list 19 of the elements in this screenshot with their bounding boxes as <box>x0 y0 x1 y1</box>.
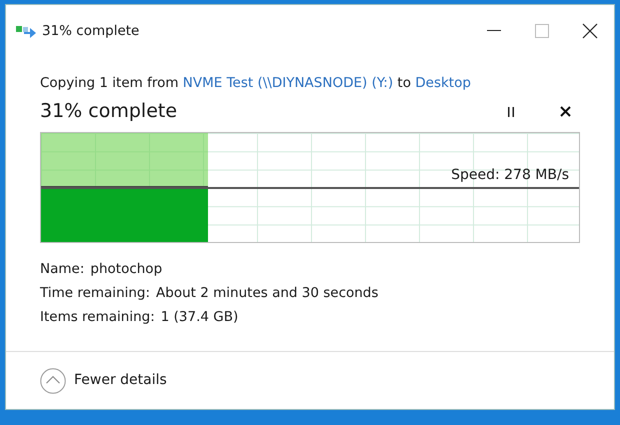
detail-value: About 2 minutes and 30 seconds <box>156 284 378 303</box>
detail-label: Time remaining: <box>40 284 150 303</box>
pause-icon <box>507 106 515 116</box>
detail-label: Name: <box>40 260 84 279</box>
maximize-icon <box>535 24 549 38</box>
copy-icon <box>16 24 38 38</box>
window-title: 31% complete <box>42 22 140 41</box>
location-link[interactable]: NVME Test (\\DIYNASNODE) (Y:) <box>182 75 394 91</box>
detail-value: photochop <box>90 260 162 279</box>
close-icon <box>582 23 598 39</box>
copy-message: Copying 1 item from NVME Test (\\DIYNASNODE) (Y:) to Desktop <box>40 74 472 93</box>
detail-value: 1 (37.4 GB) <box>160 308 238 328</box>
speed-label: Speed: 278 MB/s <box>451 166 569 185</box>
location-link[interactable]: Desktop <box>415 75 471 91</box>
progress-heading: 31% complete <box>40 99 178 124</box>
minimize-icon <box>487 30 501 32</box>
fewer-details-button[interactable]: Fewer details <box>40 368 167 394</box>
detail-label: Items remaining: <box>40 308 155 328</box>
cancel-icon <box>560 106 570 117</box>
